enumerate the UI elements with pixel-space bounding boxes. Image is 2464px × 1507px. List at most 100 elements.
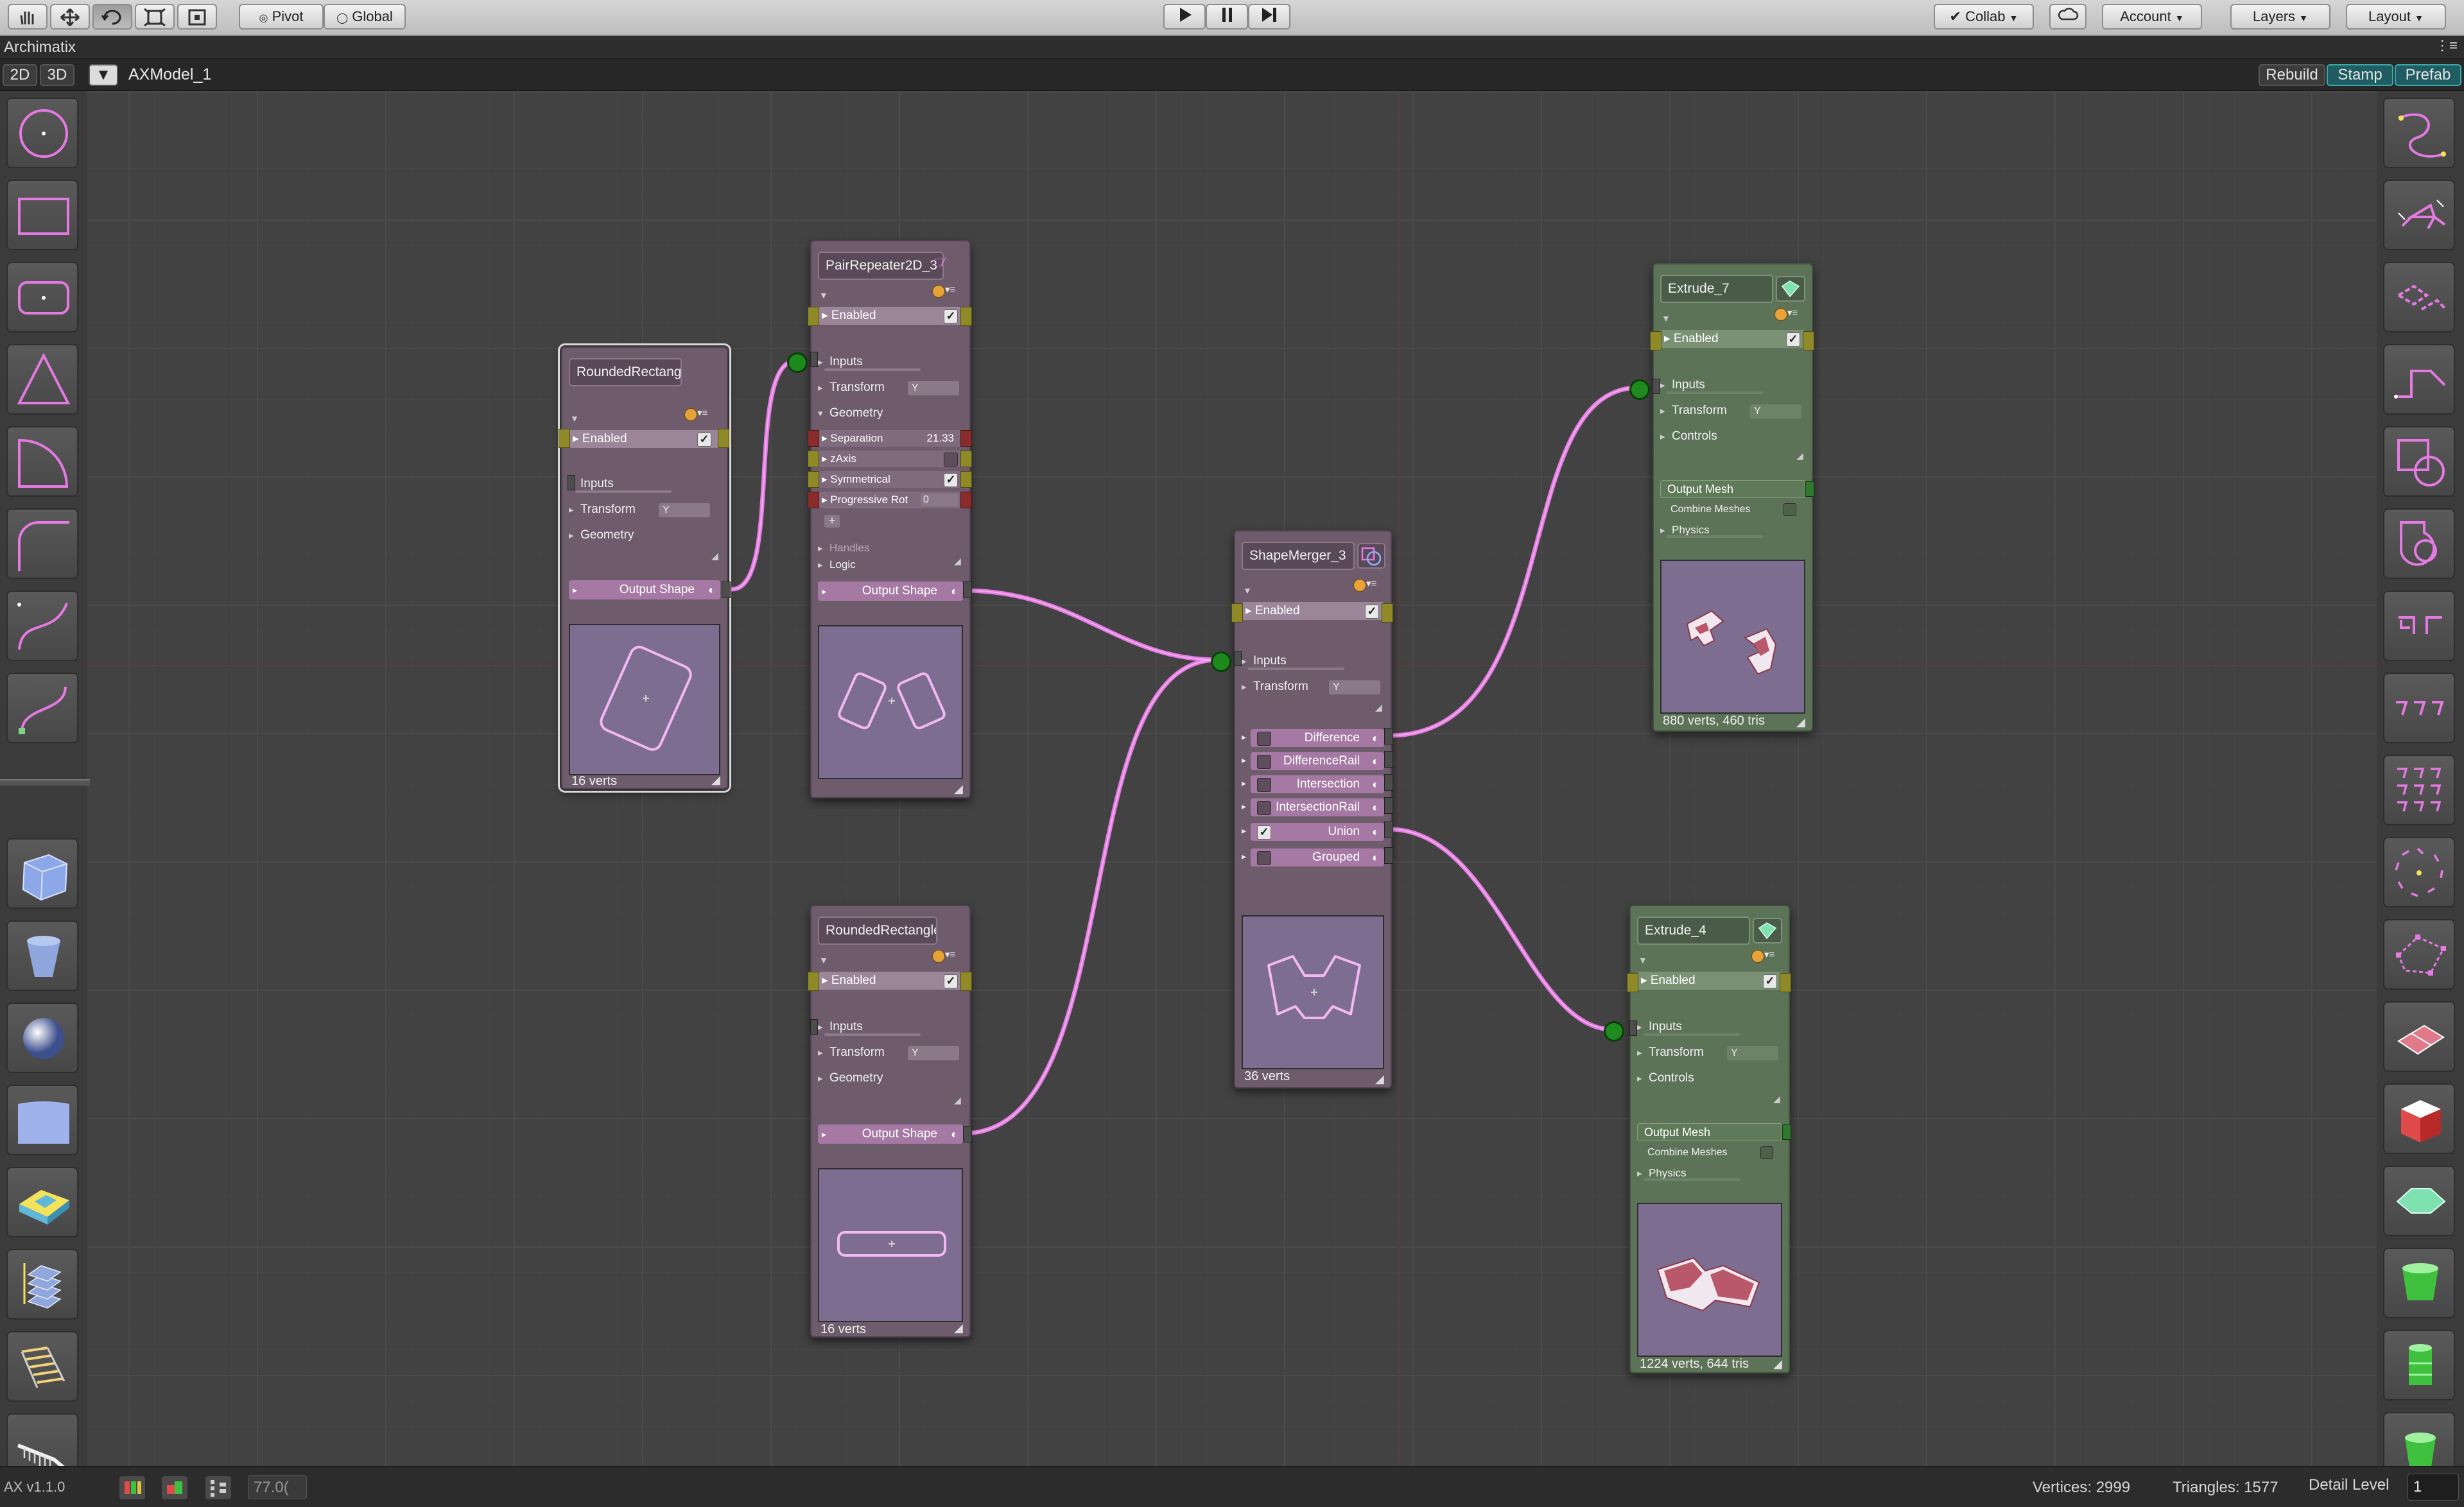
mesh-type-button[interactable] [1776,276,1805,302]
inputs-port[interactable] [810,1019,818,1035]
output-port[interactable] [1382,603,1393,623]
resize-handle-icon[interactable]: ◢ [1773,1358,1785,1370]
inputs-port[interactable] [810,352,818,367]
separation-output-port[interactable] [960,430,972,447]
op-union-checkbox[interactable]: ✓ [1257,825,1271,840]
zoom-field[interactable]: 77.0( [248,1475,307,1499]
output-mesh-row[interactable]: Output Mesh [1637,1123,1782,1141]
collapse-icon[interactable]: ▼ [1638,955,1647,965]
resize-handle-icon[interactable]: ◢ [1375,1073,1387,1085]
zaxis-row[interactable]: ▸ zAxis [818,451,963,467]
expand-arrow-icon[interactable]: ▸ [1242,851,1246,862]
mesh-type-button[interactable] [1753,918,1782,943]
difference-output-port[interactable] [1384,728,1393,745]
resize-handle-icon[interactable]: ◢ [954,1322,966,1334]
node-menu-icon[interactable]: ▾≡ [1366,578,1376,589]
union-output-port[interactable] [1384,822,1393,838]
rectangle-shape-button[interactable] [6,180,78,250]
plan-sweep-button[interactable] [2383,1001,2455,1072]
collapse-icon[interactable]: ▼ [1661,313,1670,323]
geometry-row[interactable]: ▾ Geometry [818,404,963,422]
enabled-checkbox[interactable]: ✓ [1786,332,1800,347]
differencerail-output-port[interactable] [1384,751,1393,768]
info-icon[interactable] [684,408,697,421]
radial-repeater-button[interactable] [2383,837,2455,908]
info-icon[interactable] [932,950,945,963]
node-menu-icon[interactable]: ▾≡ [945,284,955,295]
intersectionrail-output-port[interactable] [1384,797,1393,814]
node-shape-merger[interactable]: ShapeMerger_3 ▾≡ ▼ ▸ Enabled ✓ ▸ Inputs ▸… [1234,530,1392,1089]
op-intersectionrail-checkbox[interactable] [1257,801,1271,815]
node-title[interactable]: RoundedRectangle [569,358,682,386]
progressive-output-port[interactable] [960,492,972,508]
transform-axis-dropdown[interactable]: Y [908,1046,959,1060]
resize-handle-icon[interactable]: ◢ [954,783,966,795]
controls-row[interactable]: ▸ Controls [1660,427,1805,445]
collapse-icon[interactable]: ▼ [819,955,828,965]
expand-arrow-icon[interactable]: ▸ [1242,778,1246,789]
sphere-mesh-button[interactable] [6,1003,78,1073]
input-port[interactable] [1627,973,1638,992]
circle-shape-button[interactable] [6,98,78,168]
separation-value[interactable]: 21.33 [926,430,954,447]
triangle-shape-button[interactable] [6,344,78,415]
grouped-output-port[interactable] [1384,847,1393,864]
output-mesh-row[interactable]: Output Mesh [1660,480,1805,498]
resize-handle-icon[interactable]: ◢ [1796,716,1808,728]
node-title[interactable]: PairRepeater2D_3 [818,252,944,280]
info-icon[interactable] [1353,579,1366,592]
op-intersection-checkbox[interactable] [1257,778,1271,792]
info-icon[interactable] [1774,308,1787,321]
controls-row[interactable]: ▸ Controls [1637,1069,1782,1087]
resize-grip-icon[interactable]: ◢ [954,1095,961,1106]
symmetrical-row[interactable]: ▸ Symmetrical [818,471,963,488]
node-title[interactable]: RoundedRectangle [818,917,937,945]
step-shape-button[interactable] [2383,344,2455,415]
enabled-checkbox[interactable]: ✓ [944,974,958,988]
linear-repeater-button[interactable] [2383,673,2455,743]
inputs-port[interactable] [1234,651,1242,666]
combine-meshes-checkbox[interactable] [1760,1146,1773,1159]
plane-mesh-button[interactable] [6,1085,78,1155]
transform-axis-dropdown[interactable]: Y [1750,404,1801,418]
geometry-row[interactable]: ▸ Geometry [818,1069,963,1087]
curve-shape-button[interactable] [6,590,78,661]
inputs-connected-port[interactable] [1211,651,1231,672]
extrude-button[interactable] [2383,1083,2455,1154]
inputs-port[interactable] [1629,1020,1637,1036]
symmetrical-input-port[interactable] [808,471,819,488]
node-menu-icon[interactable]: ▾≡ [1764,949,1774,960]
node-title[interactable]: Extrude_4 [1637,917,1750,945]
transform-axis-dropdown[interactable]: Y [1727,1046,1778,1060]
polygon-mesh-button[interactable] [2383,1166,2455,1236]
node-rounded-rectangle-2[interactable]: RoundedRectangle ▾≡ ▼ ▸ Enabled ✓ ▸ Input… [810,905,971,1338]
output-port[interactable] [718,429,729,448]
add-parameter-button[interactable]: + [824,515,840,528]
resize-grip-icon[interactable]: ◢ [954,556,961,567]
node-pair-repeater[interactable]: PairRepeater2D_3 □∕ ▾≡ ▼ ▸ Enabled ✓ ▸ In… [810,240,971,798]
graph-layout-button[interactable] [205,1476,231,1499]
expand-arrow-icon[interactable]: ▸ [569,432,579,445]
node-extrude-4[interactable]: Extrude_4 ▾≡ ▼ ▸ Enabled ✓ ▸ Inputs ▸ Tran… [1629,905,1790,1374]
shape-offsetter-button[interactable] [2383,262,2455,332]
extrude-mesh-button[interactable] [6,1167,78,1237]
merge-type-button[interactable] [1357,543,1385,569]
info-icon[interactable] [932,285,945,298]
output-shape-row[interactable]: ▸ Output Shape ◐ [569,580,720,599]
shape-distributor-button[interactable] [2383,180,2455,250]
expand-arrow-icon[interactable]: ▸ [1242,825,1246,836]
input-port[interactable] [559,429,570,448]
expand-arrow-icon[interactable]: ▸ [1637,974,1647,987]
zaxis-input-port[interactable] [808,451,819,467]
output-port[interactable] [1803,331,1814,350]
resize-grip-icon[interactable]: ◢ [711,551,718,562]
mesh-output-port[interactable] [1805,481,1814,497]
input-port[interactable] [808,307,819,326]
node-menu-icon[interactable]: ▾≡ [697,407,707,418]
layout-view-button[interactable] [119,1476,145,1499]
expand-arrow-icon[interactable]: ▸ [818,309,828,322]
expand-arrow-icon[interactable]: ▸ [1660,332,1670,345]
transform-axis-dropdown[interactable]: Y [1329,680,1380,694]
resize-handle-icon[interactable]: ◢ [711,774,723,786]
expand-arrow-icon[interactable]: ▸ [818,974,828,987]
